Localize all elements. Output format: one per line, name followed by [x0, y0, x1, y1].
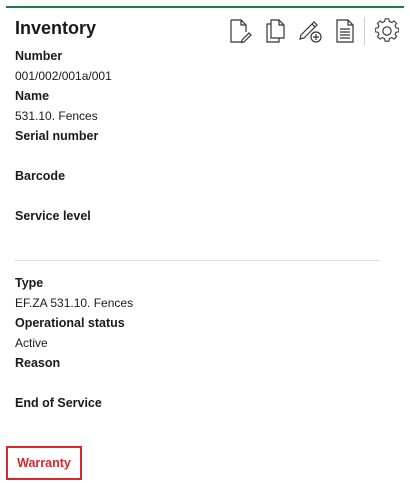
copy-document-button[interactable]: [262, 17, 288, 45]
end-of-service-label: End of Service: [15, 396, 102, 410]
edit-document-icon: [230, 19, 252, 44]
document-list-icon: [336, 19, 354, 43]
add-pencil-icon: [299, 21, 322, 43]
name-value: 531.10. Fences: [15, 109, 98, 123]
operational-status-value: Active: [15, 336, 48, 350]
operational-status-label: Operational status: [15, 316, 125, 330]
warranty-button[interactable]: Warranty: [6, 446, 82, 480]
number-label: Number: [15, 49, 63, 63]
serial-number-label: Serial number: [15, 129, 99, 143]
warranty-label: Warranty: [17, 456, 71, 470]
service-level-label: Service level: [15, 209, 91, 223]
number-value: 001/002/001a/001: [15, 69, 112, 83]
gear-icon: [375, 18, 399, 42]
add-pencil-button[interactable]: [297, 17, 323, 45]
name-label: Name: [15, 89, 50, 103]
type-value: EF.ZA 531.10. Fences: [15, 296, 134, 310]
edit-document-button[interactable]: [227, 17, 253, 45]
toolbar: [218, 14, 400, 48]
panel-header: Inventory: [6, 8, 404, 48]
document-list-button[interactable]: [332, 17, 358, 45]
toolbar-separator: [364, 17, 365, 45]
panel-title: Inventory: [15, 18, 97, 38]
copy-document-icon: [266, 19, 285, 43]
reason-label: Reason: [15, 356, 61, 370]
section-divider: [14, 260, 379, 261]
inventory-panel: Inventory Number 001/002/001a/001 Name 5…: [6, 6, 404, 483]
barcode-label: Barcode: [15, 169, 66, 183]
type-label: Type: [15, 276, 44, 290]
settings-button[interactable]: [374, 17, 400, 45]
